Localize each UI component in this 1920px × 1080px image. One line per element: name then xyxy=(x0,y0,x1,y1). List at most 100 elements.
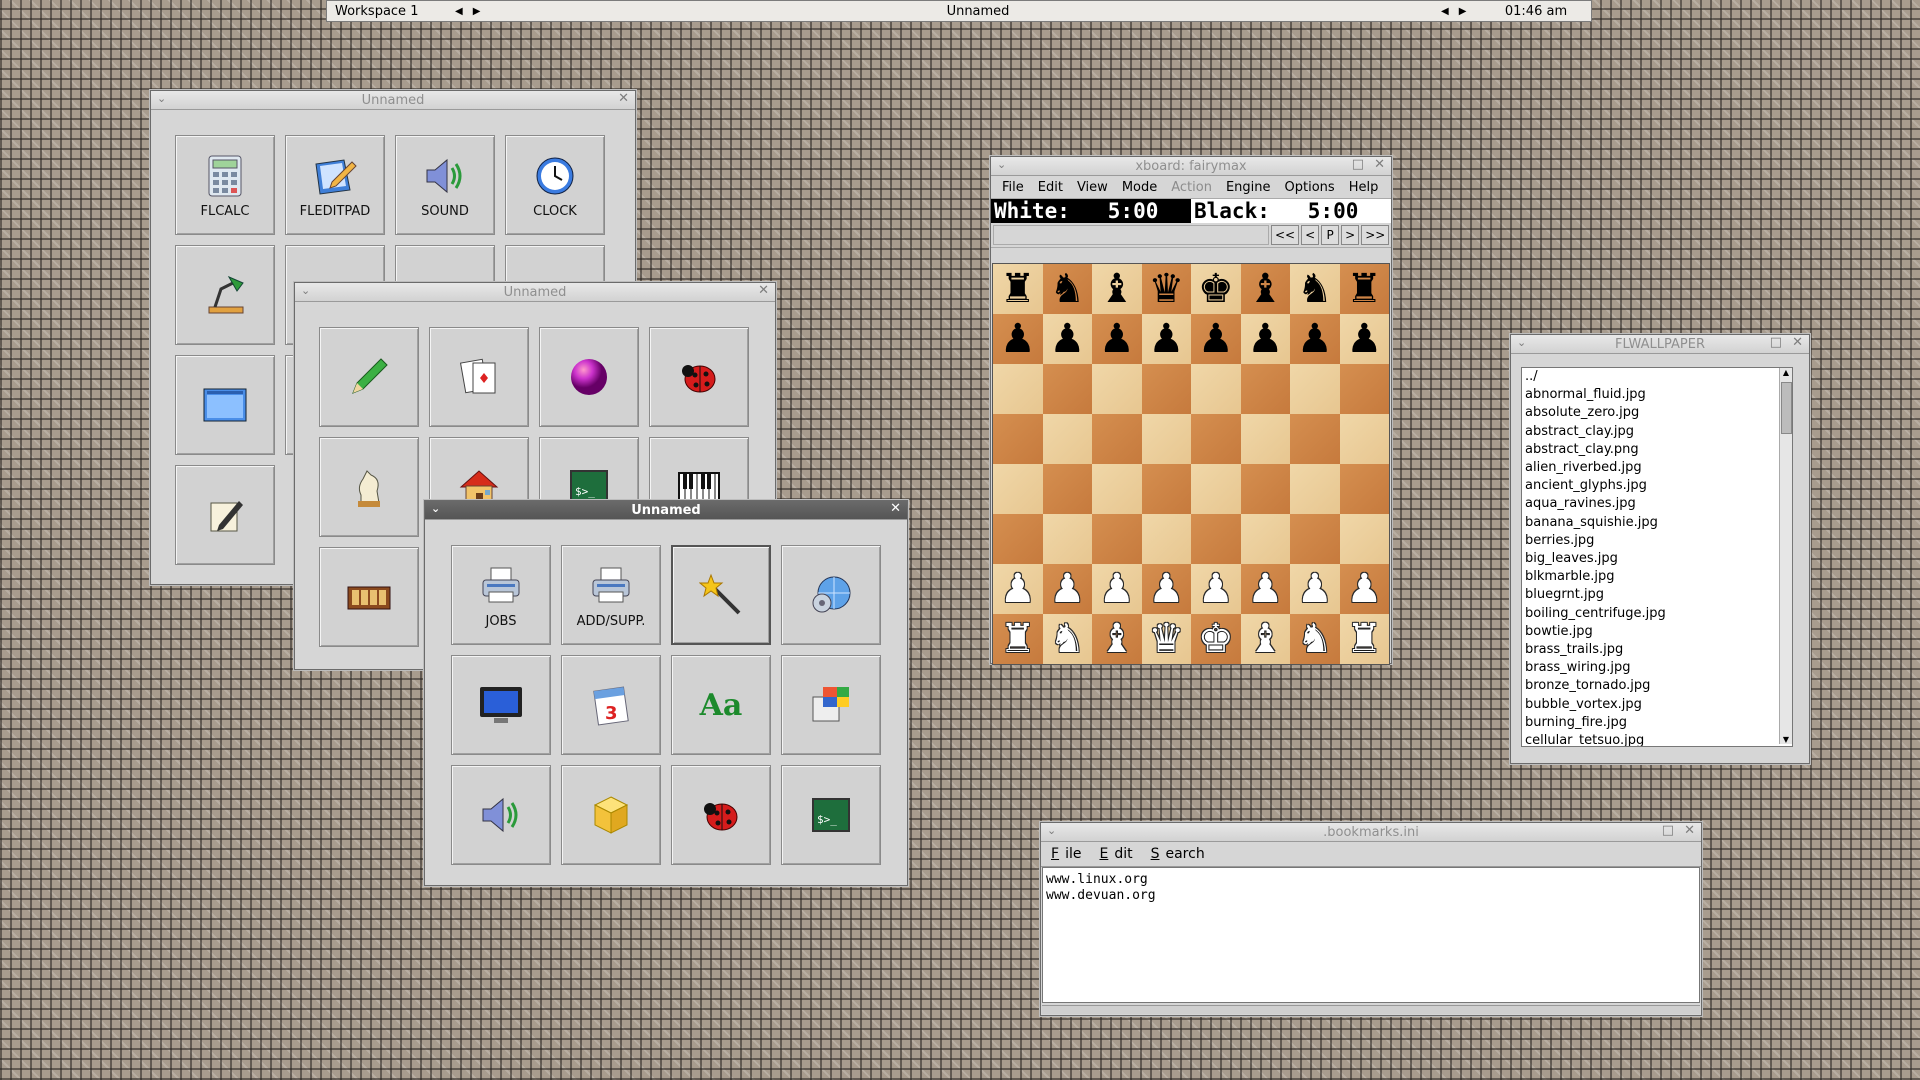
board-square[interactable]: ♟ xyxy=(1141,564,1191,614)
scroll-down-icon[interactable]: ▼ xyxy=(1780,735,1792,744)
board-square[interactable]: ♟ xyxy=(993,564,1043,614)
file-list-item[interactable]: aqua_ravines.jpg xyxy=(1522,495,1792,513)
taskbar-window-title[interactable]: Unnamed xyxy=(515,4,1441,19)
maximize-icon[interactable]: □ xyxy=(1770,335,1782,350)
menu-view[interactable]: View xyxy=(1070,180,1115,195)
horizontal-scrollbar[interactable] xyxy=(1042,1005,1700,1014)
titlebar[interactable]: ⌄ .bookmarks.ini □ ✕ xyxy=(1041,823,1701,842)
workspace-label[interactable]: Workspace 1 xyxy=(327,4,455,19)
board-square[interactable] xyxy=(1092,514,1142,564)
black-piece[interactable]: ♟ xyxy=(1000,319,1036,359)
close-icon[interactable]: ✕ xyxy=(890,501,901,516)
black-piece[interactable]: ♞ xyxy=(1297,269,1333,309)
white-piece[interactable]: ♜ xyxy=(1000,619,1036,659)
menu-edit[interactable]: Edit xyxy=(1031,180,1070,195)
black-piece[interactable]: ♟ xyxy=(1099,319,1135,359)
maximize-icon[interactable]: □ xyxy=(1662,823,1674,838)
menu-mode[interactable]: Mode xyxy=(1115,180,1164,195)
board-square[interactable] xyxy=(1191,514,1241,564)
white-piece[interactable]: ♞ xyxy=(1049,619,1085,659)
maximize-icon[interactable]: □ xyxy=(1352,157,1364,172)
board-square[interactable]: ♜ xyxy=(1339,264,1389,314)
board-square[interactable]: ♟ xyxy=(1339,564,1389,614)
file-list-item[interactable]: bowtie.jpg xyxy=(1522,623,1792,641)
arrow-right-icon[interactable]: ▶ xyxy=(473,6,481,17)
titlebar[interactable]: ⌄ xboard: fairymax □ ✕ xyxy=(991,157,1391,176)
board-square[interactable]: ♛ xyxy=(1141,264,1191,314)
black-piece[interactable]: ♞ xyxy=(1049,269,1085,309)
board-square[interactable] xyxy=(1042,364,1092,414)
speaker-launcher-button[interactable] xyxy=(451,765,551,865)
file-list-item[interactable]: banana_squishie.jpg xyxy=(1522,514,1792,532)
board-square[interactable] xyxy=(993,464,1043,514)
terminal-launcher-button[interactable]: $>_ xyxy=(781,765,881,865)
windows-flag-launcher-button[interactable] xyxy=(781,655,881,755)
board-square[interactable] xyxy=(1141,414,1191,464)
file-list-item[interactable]: alien_riverbed.jpg xyxy=(1522,459,1792,477)
titlebar[interactable]: ⌄ FLWALLPAPER □ ✕ xyxy=(1511,335,1809,354)
chess-knight-launcher-button[interactable] xyxy=(319,437,419,537)
board-square[interactable]: ♟ xyxy=(1092,564,1142,614)
workspace-arrows[interactable]: ◀ ▶ xyxy=(455,6,515,17)
add-supp-launcher-button[interactable]: ADD/SUPP. xyxy=(561,545,661,645)
cube-launcher-button[interactable] xyxy=(561,765,661,865)
white-piece[interactable]: ♟ xyxy=(1346,569,1382,609)
black-piece[interactable]: ♝ xyxy=(1247,269,1283,309)
file-list-item[interactable]: absolute_zero.jpg xyxy=(1522,404,1792,422)
board-square[interactable]: ♚ xyxy=(1191,614,1241,664)
network-gear-launcher-button[interactable] xyxy=(781,545,881,645)
fleditpad-launcher-button[interactable]: FLEDITPAD xyxy=(285,135,385,235)
file-list-item[interactable]: bluegrnt.jpg xyxy=(1522,586,1792,604)
close-icon[interactable]: ✕ xyxy=(1684,823,1695,838)
minimize-icon[interactable]: ⌄ xyxy=(431,502,440,515)
file-list-item[interactable]: abnormal_fluid.jpg xyxy=(1522,386,1792,404)
magic-wand-launcher-button[interactable] xyxy=(671,545,771,645)
menu-file[interactable]: File xyxy=(995,180,1031,195)
arrow-left-icon[interactable]: ◀ xyxy=(455,6,463,17)
black-piece[interactable]: ♟ xyxy=(1049,319,1085,359)
board-square[interactable]: ♟ xyxy=(1042,564,1092,614)
file-list-item[interactable]: ancient_glyphs.jpg xyxy=(1522,477,1792,495)
black-piece[interactable]: ♜ xyxy=(1000,269,1036,309)
chess-board[interactable]: ♜ ♞ ♝ ♛ ♚ ♝ ♞ ♜ ♟ ♟ ♟ ♟ ♟ ♟ ♟ ♟ ♟ ♟ ♟ ♟ ♟ ♟ ♟ ♟ ♜ ♞ ♝ ♛ ♚ ♝ ♞ ♜ xyxy=(992,263,1390,665)
black-piece[interactable]: ♟ xyxy=(1148,319,1184,359)
file-list-item[interactable]: abstract_clay.png xyxy=(1522,441,1792,459)
close-icon[interactable]: ✕ xyxy=(1374,157,1385,172)
file-list-item[interactable]: burning_fire.jpg xyxy=(1522,714,1792,732)
menu-edit[interactable]: Edit xyxy=(1093,846,1144,862)
ladybug-launcher-button[interactable] xyxy=(671,765,771,865)
white-piece[interactable]: ♟ xyxy=(1099,569,1135,609)
arrow-right-icon[interactable]: ▶ xyxy=(1459,6,1467,17)
black-piece[interactable]: ♟ xyxy=(1247,319,1283,359)
board-square[interactable] xyxy=(1141,364,1191,414)
board-square[interactable]: ♝ xyxy=(1092,264,1142,314)
monitor-launcher-button[interactable] xyxy=(451,655,551,755)
black-piece[interactable]: ♝ xyxy=(1099,269,1135,309)
black-piece[interactable]: ♛ xyxy=(1148,269,1184,309)
file-list-item[interactable]: brass_trails.jpg xyxy=(1522,641,1792,659)
black-piece[interactable]: ♚ xyxy=(1198,269,1234,309)
white-piece[interactable]: ♟ xyxy=(1198,569,1234,609)
pause-button[interactable]: P xyxy=(1321,225,1340,245)
board-square[interactable] xyxy=(1290,364,1340,414)
scroll-thumb[interactable] xyxy=(1781,382,1792,434)
file-list-item[interactable]: big_leaves.jpg xyxy=(1522,550,1792,568)
board-square[interactable] xyxy=(1240,514,1290,564)
close-icon[interactable]: ✕ xyxy=(618,91,629,106)
editor-text-area[interactable]: www.linux.org www.devuan.org xyxy=(1042,867,1700,1003)
minimize-icon[interactable]: ⌄ xyxy=(157,92,166,105)
jobs-launcher-button[interactable]: JOBS xyxy=(451,545,551,645)
window-arrows[interactable]: ◀ ▶ xyxy=(1441,6,1481,17)
white-piece[interactable]: ♟ xyxy=(1148,569,1184,609)
board-square[interactable]: ♞ xyxy=(1290,264,1340,314)
file-list-item[interactable]: bubble_vortex.jpg xyxy=(1522,696,1792,714)
board-square[interactable]: ♜ xyxy=(993,614,1043,664)
file-list-item[interactable]: abstract_clay.jpg xyxy=(1522,423,1792,441)
board-square[interactable] xyxy=(1092,414,1142,464)
board-square[interactable]: ♝ xyxy=(1092,614,1142,664)
ladybug-launcher-button[interactable] xyxy=(649,327,749,427)
pen-paper-launcher-button[interactable] xyxy=(175,465,275,565)
board-square[interactable]: ♟ xyxy=(993,314,1043,364)
board-square[interactable] xyxy=(1191,464,1241,514)
scroll-up-icon[interactable]: ▲ xyxy=(1780,368,1792,377)
